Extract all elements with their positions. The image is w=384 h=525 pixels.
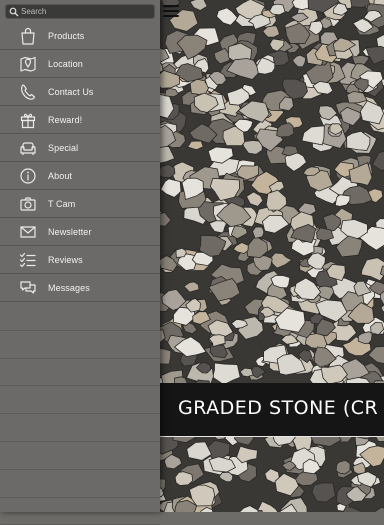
menu-item-contact-us[interactable]: Contact Us bbox=[0, 78, 160, 106]
menu-item-label: Messages bbox=[48, 283, 90, 293]
menu-item-label: Special bbox=[48, 143, 78, 153]
menu-item-about[interactable]: About bbox=[0, 162, 160, 190]
speech-bubbles-icon bbox=[19, 279, 37, 297]
menu-item-label: About bbox=[48, 171, 72, 181]
menu-item-label: Contact Us bbox=[48, 87, 94, 97]
info-icon bbox=[19, 167, 37, 185]
checklist-icon bbox=[19, 251, 37, 269]
banner-underline bbox=[160, 436, 384, 437]
menu-item-label: Reward! bbox=[48, 115, 82, 125]
search-icon bbox=[9, 7, 19, 17]
shopping-bag-icon bbox=[19, 27, 37, 45]
menu-item-label: Reviews bbox=[48, 255, 83, 265]
phone-icon bbox=[19, 83, 37, 101]
menu-item-reviews[interactable]: Reviews bbox=[0, 246, 160, 274]
gravel-stone bbox=[336, 460, 350, 474]
camera-icon bbox=[19, 195, 37, 213]
menu-item-reward[interactable]: Reward! bbox=[0, 106, 160, 134]
menu-item-special[interactable]: Special bbox=[0, 134, 160, 162]
menu-item-products[interactable]: Products bbox=[0, 22, 160, 50]
search-input[interactable] bbox=[19, 7, 146, 16]
empty-drawer-rows bbox=[0, 303, 160, 512]
title-banner: GRADED STONE (CR bbox=[160, 383, 384, 437]
hamburger-menu-icon[interactable] bbox=[163, 5, 179, 18]
envelope-icon bbox=[19, 223, 37, 241]
menu-item-location[interactable]: Location bbox=[0, 50, 160, 78]
menu-item-messages[interactable]: Messages bbox=[0, 274, 160, 302]
menu-list: Products Location Contact Us Reward! Spe… bbox=[0, 22, 160, 302]
menu-item-label: Products bbox=[48, 31, 84, 41]
gravel-stone bbox=[176, 248, 186, 257]
menu-item-label: Location bbox=[48, 59, 83, 69]
menu-item-t-cam[interactable]: T Cam bbox=[0, 190, 160, 218]
search-bar[interactable] bbox=[5, 4, 155, 19]
side-drawer: Products Location Contact Us Reward! Spe… bbox=[0, 0, 160, 512]
gravel-stone bbox=[175, 472, 193, 486]
banner-title: GRADED STONE (CR bbox=[178, 397, 378, 419]
gravel-stone bbox=[253, 227, 264, 239]
menu-item-label: Newsletter bbox=[48, 227, 92, 237]
gift-icon bbox=[19, 111, 37, 129]
sofa-icon bbox=[19, 139, 37, 157]
gravel-stone bbox=[270, 4, 286, 15]
menu-item-label: T Cam bbox=[48, 199, 75, 209]
menu-item-newsletter[interactable]: Newsletter bbox=[0, 218, 160, 246]
map-pin-icon bbox=[19, 55, 37, 73]
